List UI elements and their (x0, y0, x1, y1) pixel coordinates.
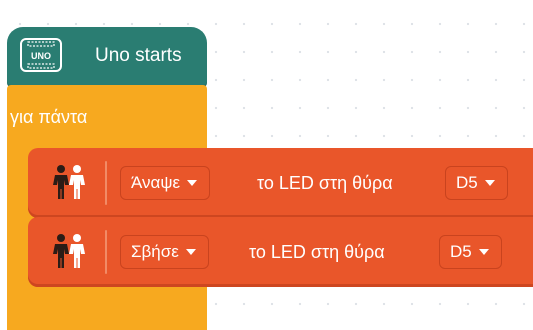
caret-down-icon (484, 179, 495, 186)
led-action-value: Άναψε (131, 173, 181, 192)
uno-board-icon-text: UNO (31, 51, 51, 61)
port-value: D5 (450, 242, 472, 261)
uno-starts-hat-block[interactable]: UNO Uno starts (7, 27, 207, 87)
led-action-dropdown[interactable]: Άναψε (120, 166, 211, 200)
caret-down-icon (187, 179, 198, 186)
caret-down-icon (185, 248, 196, 255)
port-dropdown[interactable]: D5 (445, 166, 508, 200)
people-led-icon (53, 165, 85, 199)
people-led-icon (53, 234, 85, 268)
port-value: D5 (456, 173, 478, 192)
led-port-text: το LED στη θύρα (257, 173, 393, 193)
led-on-command-block[interactable]: Άναψε το LED στη θύρα D5 (28, 148, 533, 218)
block-separator (105, 230, 107, 274)
port-dropdown[interactable]: D5 (439, 235, 502, 269)
caret-down-icon (478, 248, 489, 255)
led-off-command-block[interactable]: Σβήσε το LED στη θύρα D5 (28, 217, 533, 287)
forever-loop-label: για πάντα (10, 107, 88, 127)
uno-board-icon: UNO (20, 38, 62, 72)
block-separator (105, 161, 107, 205)
led-action-value: Σβήσε (131, 242, 179, 261)
led-action-dropdown[interactable]: Σβήσε (120, 235, 209, 269)
hat-block-label: Uno starts (95, 45, 182, 66)
led-port-text: το LED στη θύρα (249, 242, 385, 262)
